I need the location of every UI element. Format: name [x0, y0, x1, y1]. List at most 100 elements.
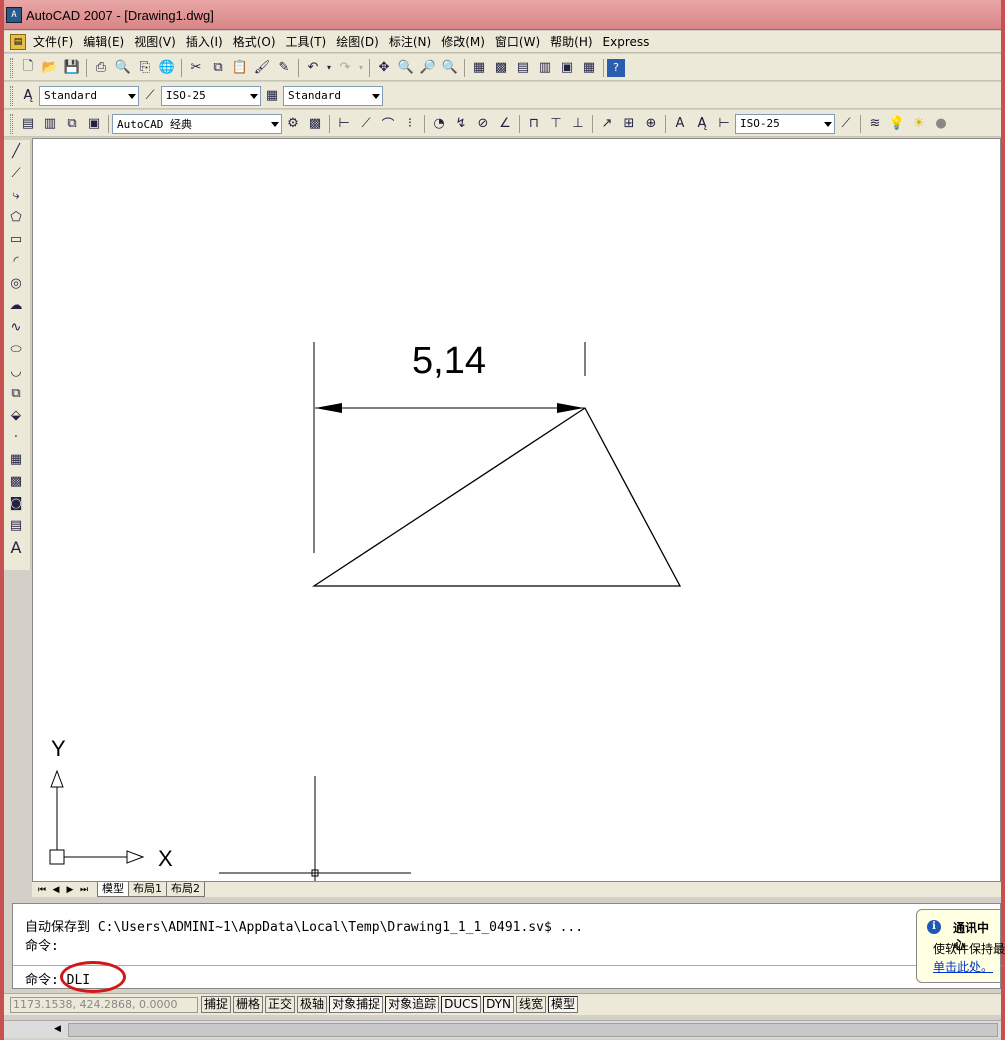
menu-edit[interactable]: 编辑(E) [78, 34, 129, 50]
multiline-text-icon[interactable]: A [4, 536, 28, 558]
angular-dimension-icon[interactable]: ∠ [494, 113, 516, 135]
layer-freeze-icon[interactable]: ☀ [908, 113, 930, 135]
publish-icon[interactable]: ⎘ [134, 57, 156, 79]
workspace-icon[interactable]: ▤ [17, 113, 39, 135]
ortho-toggle[interactable]: 正交 [265, 996, 296, 1013]
line-icon[interactable]: ╱ [4, 140, 28, 162]
grid-toggle[interactable]: 栅格 [233, 996, 264, 1013]
autocad-app-icon[interactable]: A [6, 7, 22, 23]
horizontal-scrollbar[interactable]: ◀ [4, 1020, 1001, 1038]
menu-express[interactable]: Express [598, 34, 655, 50]
continue-dimension-icon[interactable]: ⊥ [567, 113, 589, 135]
region-icon[interactable]: ◙ [4, 492, 28, 514]
zoom-previous-icon[interactable]: 🔍 [439, 57, 461, 79]
menu-format[interactable]: 格式(O) [228, 34, 281, 50]
radius-dimension-icon[interactable]: ◔ [428, 113, 450, 135]
zoom-window-icon[interactable]: 🔎 [417, 57, 439, 79]
sheet-set-icon[interactable]: ▥ [534, 57, 556, 79]
markup-icon[interactable]: ▣ [556, 57, 578, 79]
menu-dimension[interactable]: 标注(N) [384, 34, 436, 50]
cut-icon[interactable]: ✂ [185, 57, 207, 79]
tab-model[interactable]: 模型 [97, 882, 129, 897]
layout-icon[interactable]: ⧉ [61, 113, 83, 135]
menu-window[interactable]: 窗口(W) [490, 34, 545, 50]
calculator-icon[interactable]: ▦ [578, 57, 600, 79]
layer-manager-icon[interactable]: ≋ [864, 113, 886, 135]
zoom-realtime-icon[interactable]: 🔍 [395, 57, 417, 79]
pan-icon[interactable]: ✥ [373, 57, 395, 79]
ordinate-dimension-icon[interactable]: ⁝ [399, 113, 421, 135]
ellipse-icon[interactable]: ⬭ [4, 338, 28, 360]
aligned-dimension-icon[interactable]: ⟋ [355, 113, 377, 135]
first-tab-icon[interactable]: ⏮ [35, 883, 49, 897]
viewport-icon[interactable]: ▣ [83, 113, 105, 135]
quick-leader-icon[interactable]: ↗ [596, 113, 618, 135]
undo-dropdown-icon[interactable]: ▾ [324, 57, 334, 79]
toolbar-grip[interactable] [10, 85, 13, 106]
redo-icon[interactable]: ↷ [334, 57, 356, 79]
menu-help[interactable]: 帮助(H) [545, 34, 597, 50]
baseline-dimension-icon[interactable]: ⊤ [545, 113, 567, 135]
menu-file[interactable]: 文件(F) [28, 34, 78, 50]
menu-draw[interactable]: 绘图(D) [331, 34, 384, 50]
table-style-select[interactable]: Standard [283, 85, 383, 106]
text-style-select[interactable]: Standard [39, 85, 139, 106]
tab-layout2[interactable]: 布局2 [166, 882, 205, 897]
table-icon[interactable]: ▤ [4, 514, 28, 536]
properties-icon[interactable]: ▦ [468, 57, 490, 79]
polyline-icon[interactable]: ⤷ [4, 184, 28, 206]
copy-icon[interactable]: ⧉ [207, 57, 229, 79]
menu-insert[interactable]: 插入(I) [181, 34, 228, 50]
scroll-left-icon[interactable]: ◀ [54, 1024, 61, 1034]
print-preview-icon[interactable]: 🔍 [112, 57, 134, 79]
balloon-link[interactable]: 单击此处。 [933, 958, 993, 975]
document-icon[interactable]: ▤ [10, 34, 26, 50]
osnap-toggle[interactable]: 对象捕捉 [329, 996, 384, 1013]
toolbar-grip[interactable] [10, 113, 13, 134]
dyn-toggle[interactable]: DYN [483, 996, 515, 1013]
menu-modify[interactable]: 修改(M) [436, 34, 490, 50]
block-editor-icon[interactable]: ✎ [273, 57, 295, 79]
command-window[interactable]: 自动保存到 C:\Users\ADMINI~1\AppData\Local\Te… [12, 903, 1002, 993]
dimension-update-icon[interactable]: ⊢ [713, 113, 735, 135]
linear-dimension-icon[interactable]: ⊢ [333, 113, 355, 135]
table-style-icon[interactable]: ▦ [261, 85, 283, 107]
save-icon[interactable]: 💾 [61, 57, 83, 79]
ellipse-arc-icon[interactable]: ◡ [4, 360, 28, 382]
prev-tab-icon[interactable]: ◀ [49, 883, 63, 897]
arc-length-icon[interactable]: ⌒ [377, 113, 399, 135]
dimension-edit-icon[interactable]: A [669, 113, 691, 135]
gradient-icon[interactable]: ▩ [4, 470, 28, 492]
layer-lock-icon[interactable]: ● [930, 113, 952, 135]
paste-icon[interactable]: 📋 [229, 57, 251, 79]
construction-line-icon[interactable]: ⟋ [4, 162, 28, 184]
new-file-icon[interactable]: 🗋 [17, 57, 39, 79]
menu-view[interactable]: 视图(V) [129, 34, 181, 50]
workspace-save-icon[interactable]: ▥ [39, 113, 61, 135]
text-style-icon[interactable]: Ą [17, 85, 39, 107]
toolbar-grip[interactable] [10, 57, 13, 78]
tool-palettes-icon[interactable]: ▤ [512, 57, 534, 79]
ducs-toggle[interactable]: DUCS [441, 996, 482, 1013]
hatch-icon[interactable]: ▦ [4, 448, 28, 470]
redo-dropdown-icon[interactable]: ▾ [356, 57, 366, 79]
jogged-dimension-icon[interactable]: ↯ [450, 113, 472, 135]
communication-center-balloon[interactable]: i 通讯中心 使软件保持最新 单击此处。 [916, 909, 1005, 983]
scroll-thumb[interactable] [68, 1023, 998, 1037]
design-center-icon[interactable]: ▩ [490, 57, 512, 79]
revision-cloud-icon[interactable]: ☁ [4, 294, 28, 316]
dimension-style-select[interactable]: ISO-25 [161, 85, 261, 106]
dimension-style-icon[interactable]: ⟋ [139, 85, 161, 107]
point-icon[interactable]: · [4, 426, 28, 448]
dimension-style-manager-icon[interactable]: ⟋ [835, 113, 857, 135]
workspace-lock-icon[interactable]: ▩ [304, 113, 326, 135]
polar-toggle[interactable]: 极轴 [297, 996, 328, 1013]
dimension-style-select-2[interactable]: ISO-25 [735, 113, 835, 134]
make-block-icon[interactable]: ⬙ [4, 404, 28, 426]
rectangle-icon[interactable]: ▭ [4, 228, 28, 250]
workspace-select[interactable]: AutoCAD 经典 [112, 113, 282, 134]
otrack-toggle[interactable]: 对象追踪 [385, 996, 440, 1013]
print-icon[interactable]: ⎙ [90, 57, 112, 79]
coordinate-display[interactable]: 1173.1538, 424.2868, 0.0000 [10, 997, 198, 1013]
open-file-icon[interactable]: 📂 [39, 57, 61, 79]
